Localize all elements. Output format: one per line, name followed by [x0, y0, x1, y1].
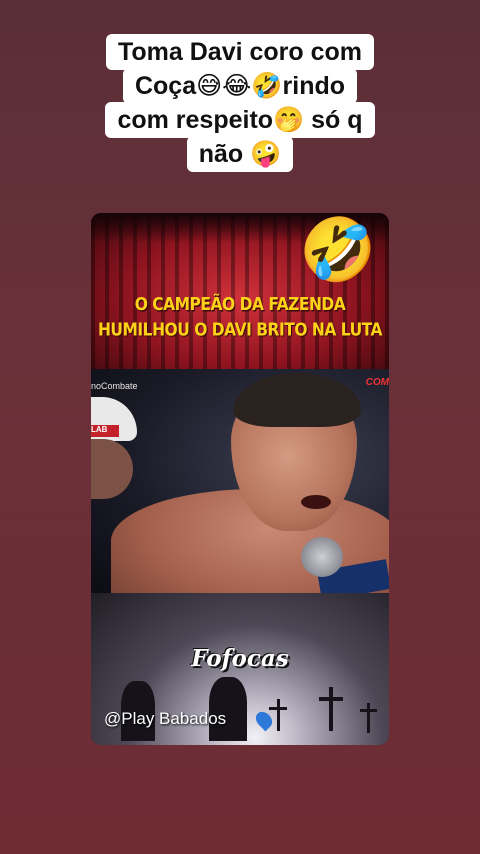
caption-line-2: Coça😅😂🤣rindo — [122, 68, 358, 104]
headline: O CAMPEÃO DA FAZENDA HUMILHOU O DAVI BRI… — [91, 292, 389, 343]
fighter-hair — [233, 373, 361, 427]
broadcast-logo-text: COM — [365, 377, 389, 388]
story-caption: Toma Davi coro com Coça😅😂🤣rindo com resp… — [0, 34, 480, 172]
red-curtain-banner: O CAMPEÃO DA FAZENDA HUMILHOU O DAVI BRI… — [91, 213, 389, 369]
fighter-mouth — [301, 495, 331, 509]
cross-bar — [319, 697, 343, 701]
small-cross-bar — [269, 707, 287, 710]
small-cross-icon — [277, 699, 280, 731]
cross-bar-right — [360, 709, 377, 712]
video-card[interactable]: O CAMPEÃO DA FAZENDA HUMILHOU O DAVI BRI… — [91, 213, 389, 745]
headline-line-2: HUMILHOU O DAVI BRITO NA LUTA — [97, 319, 383, 340]
caption-line-4: não 🤪 — [186, 136, 294, 172]
microphone-icon — [301, 537, 343, 577]
headline-line-1: O CAMPEÃO DA FAZENDA — [134, 294, 346, 315]
cross-icon-right — [367, 703, 370, 733]
cross-icon — [329, 687, 333, 731]
caption-line-3: com respeito🤭 só q — [105, 102, 375, 138]
fofocas-title: Fofocas — [191, 645, 289, 672]
watermark-panel: Fofocas @Play Babados — [91, 593, 389, 745]
fighter-video-frame[interactable]: LAB noCombate COM — [91, 369, 389, 593]
broadcast-label: noCombate — [91, 381, 138, 391]
background-person — [91, 439, 133, 499]
laughing-emoji-icon: 🤣 — [299, 216, 377, 285]
blue-drop-icon — [252, 708, 276, 732]
cap-logo: LAB — [91, 425, 119, 437]
broadcast-logo: COM — [366, 377, 389, 388]
channel-handle[interactable]: @Play Babados — [104, 709, 226, 729]
caption-line-1: Toma Davi coro com — [105, 34, 375, 70]
